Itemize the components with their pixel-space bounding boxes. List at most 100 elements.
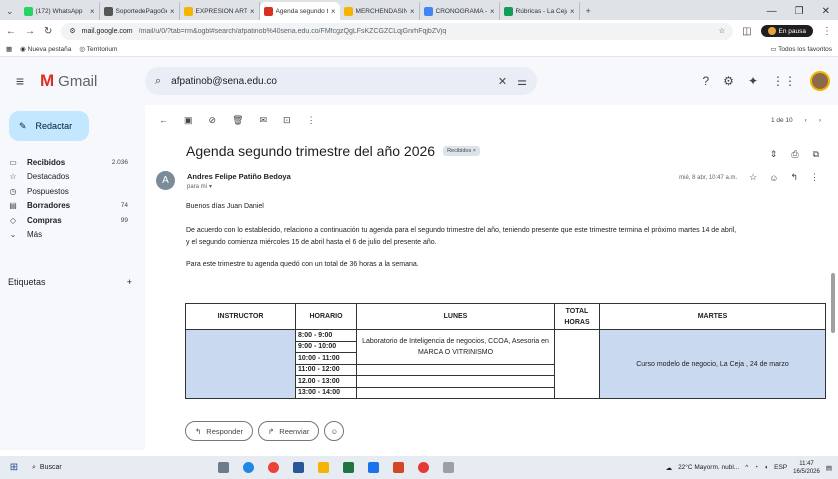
chrome-icon[interactable] — [268, 462, 279, 473]
minimize-icon[interactable]: — — [767, 6, 777, 17]
restore-icon[interactable]: ❐ — [795, 6, 804, 17]
tab-search-icon[interactable]: ⌄ — [0, 2, 20, 20]
notifications-icon[interactable]: ▤ — [826, 464, 832, 472]
reply-button[interactable]: ↰ Responder — [185, 421, 253, 441]
chevron-down-icon: ⌄ — [9, 230, 17, 240]
main-menu-icon[interactable]: ≡ — [0, 73, 40, 89]
bookmark-star-icon[interactable]: ☆ — [719, 27, 725, 35]
sidebar-item-count: 99 — [120, 216, 128, 224]
clock[interactable]: 11:47 16/5/2026 — [793, 460, 820, 476]
gmail-logo[interactable]: M Gmail — [40, 71, 145, 91]
sidebar-item-pospuestos[interactable]: ◷ Pospuestos — [0, 184, 140, 199]
compose-button[interactable]: ✎ Redactar — [9, 111, 89, 141]
browser-tab[interactable]: (172) WhatsApp × — [20, 2, 100, 20]
windows-start-icon[interactable]: ⊞ — [0, 462, 28, 473]
apps-grid-icon[interactable]: ▦ — [6, 45, 12, 53]
prev-page-icon[interactable]: ‹ — [805, 117, 807, 124]
tab-close-icon[interactable]: × — [170, 7, 175, 16]
sidebar-item-destacados[interactable]: ☆ Destacados — [0, 170, 140, 185]
volume-icon[interactable]: ◖ — [764, 464, 768, 471]
next-page-icon[interactable]: › — [819, 117, 821, 124]
settings-icon[interactable]: ⚙ — [723, 74, 734, 88]
back-icon[interactable]: ← — [6, 26, 16, 37]
browser-tab[interactable]: EXPRESIÓN ARTÍSTIC× — [180, 2, 260, 20]
weather-text[interactable]: 22°C Mayorm. nubl... — [678, 464, 739, 471]
sidebar-item-borradores[interactable]: ▤ Borradores 74 — [0, 199, 140, 214]
tab-close-icon[interactable]: × — [570, 7, 575, 16]
tray-overflow-icon[interactable]: ^ — [745, 464, 748, 471]
report-spam-icon[interactable]: ⊘ — [209, 115, 217, 126]
print-icon[interactable]: ⎙ — [791, 149, 798, 160]
search-bar[interactable]: ⌕ afpatinob@sena.edu.co ✕ ⚌ — [145, 67, 537, 95]
media-icon[interactable] — [418, 462, 429, 473]
scrollbar[interactable] — [831, 273, 835, 333]
browser-tab[interactable]: Rúbricas - La Ceja × — [500, 2, 580, 20]
tab-favicon-icon — [23, 6, 33, 16]
word-icon[interactable] — [293, 462, 304, 473]
site-info-icon[interactable]: ⚙ — [69, 27, 75, 35]
move-to-icon[interactable]: ⊡ — [283, 115, 291, 126]
powerpoint-icon[interactable] — [393, 462, 404, 473]
emoji-button[interactable]: ☺ — [324, 421, 345, 441]
emoji-react-icon[interactable]: ☺ — [769, 173, 778, 183]
sidebar-item-recibidos[interactable]: ▭ Recibidos 2.036 — [0, 155, 140, 170]
more-options-icon[interactable]: ⋮ — [307, 115, 316, 126]
account-avatar[interactable] — [810, 71, 830, 91]
apps-icon[interactable]: ⋮⋮ — [772, 74, 796, 88]
settings-app-icon[interactable] — [443, 462, 454, 473]
browser-menu-icon[interactable]: ⋮ — [822, 26, 832, 37]
back-to-list-icon[interactable]: ← — [159, 115, 168, 125]
recipient-details[interactable]: para mí ▾ — [187, 183, 212, 190]
browser-tab[interactable]: MERCHENDASING× — [340, 2, 420, 20]
tab-close-icon[interactable]: × — [490, 7, 495, 16]
gemini-icon[interactable]: ✦ — [748, 74, 758, 88]
taskbar-search[interactable]: ⌕ Buscar — [28, 464, 218, 472]
store-icon[interactable] — [368, 462, 379, 473]
search-options-icon[interactable]: ⚌ — [517, 75, 527, 88]
search-input[interactable]: afpatinob@sena.edu.co — [171, 76, 488, 87]
clear-search-icon[interactable]: ✕ — [498, 75, 507, 88]
tab-close-icon[interactable]: × — [250, 7, 255, 16]
new-tab-button[interactable]: + — [580, 2, 597, 20]
sender-name[interactable]: Andres Felipe Patiño Bedoya — [187, 172, 291, 181]
bookmark-nueva-pestana[interactable]: ◉ Nueva pestaña — [20, 45, 71, 53]
tab-close-icon[interactable]: × — [90, 7, 95, 16]
help-icon[interactable]: ? — [702, 74, 709, 88]
taskbar-search-label: Buscar — [39, 464, 62, 471]
browser-tab[interactable]: Agenda segundo tri × — [259, 2, 340, 20]
sidebar-item-más[interactable]: ⌄ Más — [0, 228, 140, 243]
tab-close-icon[interactable]: × — [331, 7, 336, 16]
message-more-icon[interactable]: ⋮ — [810, 172, 819, 183]
url-field[interactable]: ⚙ mail.google.com/mail/u/0/?tab=rm&ogbl#… — [61, 22, 734, 40]
profile-button[interactable]: En pausa — [760, 25, 813, 37]
inbox-label-badge[interactable]: Recibidos × — [443, 146, 480, 156]
labels-header: Etiquetas + — [8, 277, 132, 287]
star-message-icon[interactable]: ☆ — [749, 172, 757, 183]
collapse-icon[interactable]: ⇕ — [770, 149, 778, 160]
reload-icon[interactable]: ↻ — [44, 26, 52, 37]
delete-icon[interactable]: 🗑 — [232, 115, 243, 126]
language-indicator[interactable]: ESP — [774, 464, 787, 471]
close-window-icon[interactable]: ✕ — [822, 6, 830, 17]
forward-button[interactable]: ↱ Reenviar — [258, 421, 320, 441]
open-new-window-icon[interactable]: ⧉ — [813, 149, 819, 160]
sidebar-item-label: Pospuestos — [27, 186, 69, 196]
tab-close-icon[interactable]: × — [410, 7, 415, 16]
bookmark-territorium[interactable]: ◎ Territorium — [79, 45, 117, 53]
network-icon[interactable]: ◔ — [754, 464, 758, 471]
browser-tab[interactable]: SoportedePagoGen× — [100, 2, 180, 20]
edge-icon[interactable] — [243, 462, 254, 473]
side-panel-icon[interactable]: ◫ — [742, 26, 751, 37]
reply-icon[interactable]: ↰ — [790, 172, 798, 183]
excel-icon[interactable] — [343, 462, 354, 473]
forward-icon[interactable]: → — [25, 26, 35, 37]
archive-icon[interactable]: ▣ — [184, 115, 193, 126]
add-label-icon[interactable]: + — [127, 277, 132, 287]
search-icon[interactable]: ⌕ — [155, 75, 161, 88]
mark-unread-icon[interactable]: ✉ — [260, 115, 268, 126]
task-view-icon[interactable] — [218, 462, 229, 473]
file-explorer-icon[interactable] — [318, 462, 329, 473]
all-bookmarks[interactable]: ▭ Todos los favoritos — [770, 45, 832, 53]
sidebar-item-compras[interactable]: ◇ Compras 99 — [0, 213, 140, 228]
browser-tab[interactable]: CRONOGRAMA - Do× — [420, 2, 500, 20]
